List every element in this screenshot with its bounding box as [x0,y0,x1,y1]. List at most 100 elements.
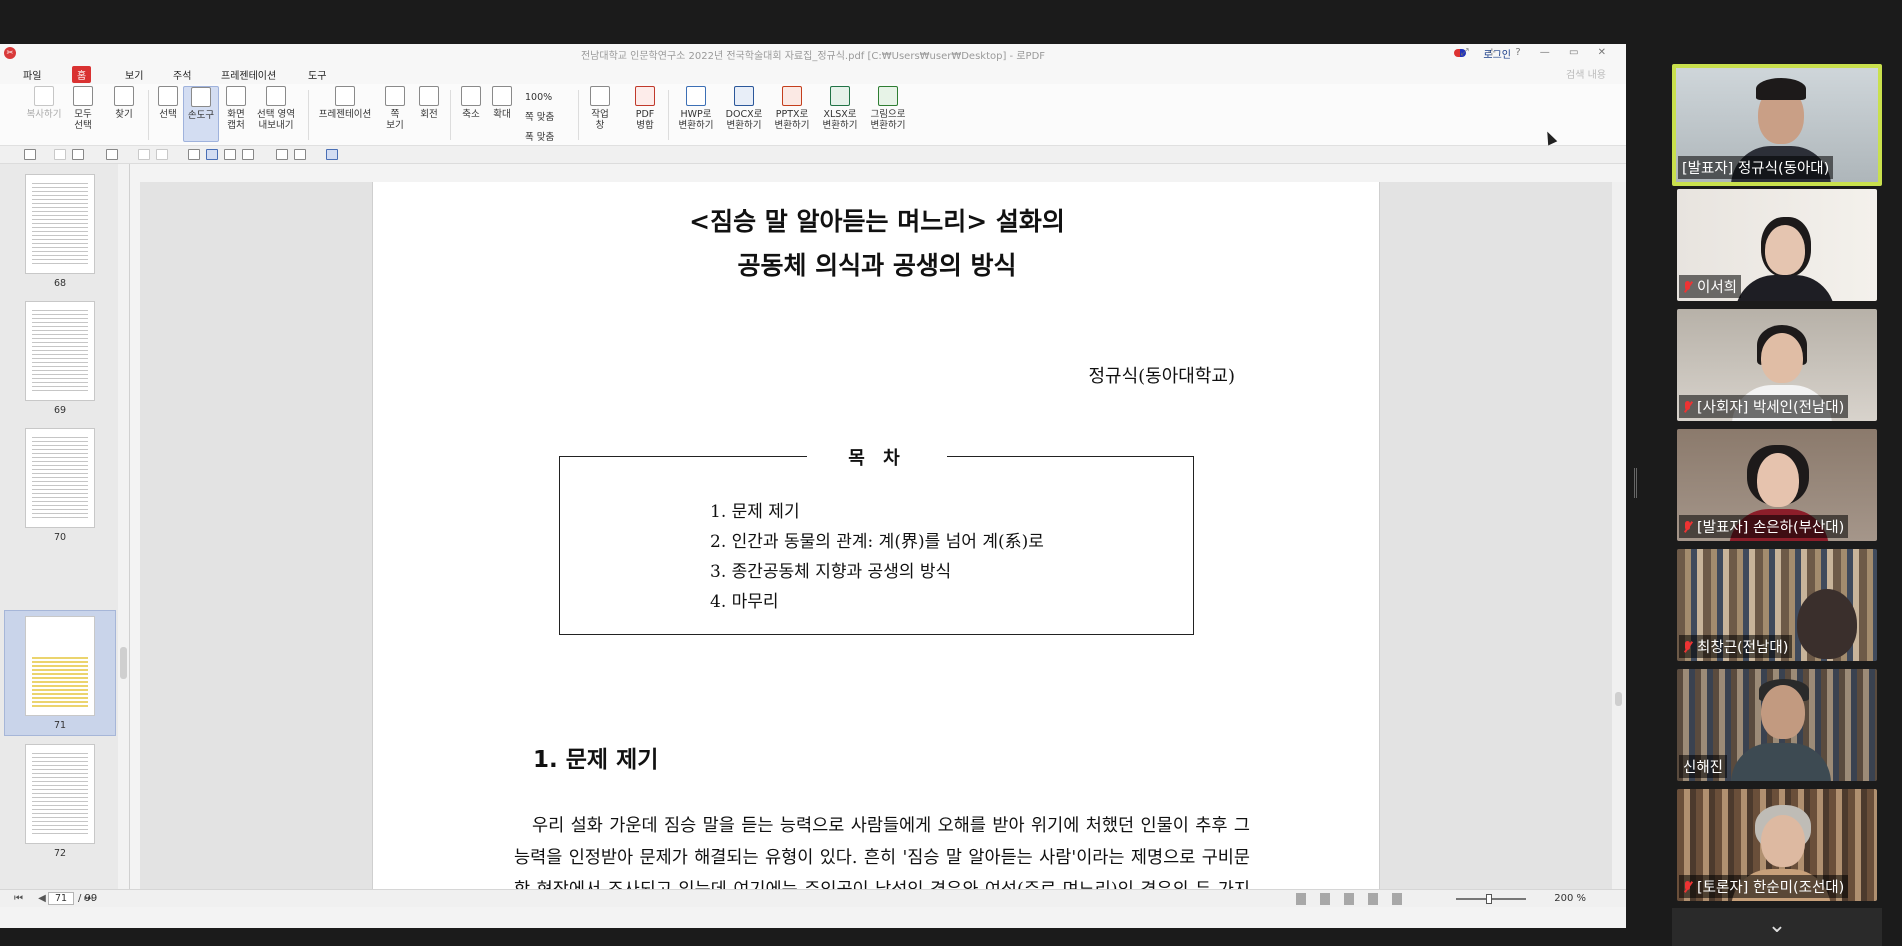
page-thumbnail-number: 68 [53,278,67,289]
task-pane-button[interactable]: 작업 창 [586,86,614,131]
page-thumbnail-number: 69 [53,405,67,416]
quick-toolbar [0,146,1626,164]
document-viewport[interactable]: <짐승 말 알아듣는 며느리> 설화의 공동체 의식과 공생의 방식 정규식(동… [140,182,1617,889]
menu-file[interactable]: 파일 [18,66,46,83]
menu-annotate[interactable]: 주석 [168,66,196,83]
menu-presentation[interactable]: 프레젠테이션 [216,66,281,83]
page-thumbnail-number: 70 [53,532,67,543]
search-content-label: 검색 내용 [1566,70,1606,81]
current-page-input[interactable]: 71 [48,892,74,905]
copy-button[interactable]: 복사하기 [24,86,64,120]
pptx-convert-button[interactable]: PPTX로 변환하기 [769,86,815,131]
participant-tile[interactable]: [사회자] 박세인(전남대) [1677,309,1877,421]
task-pane-icon[interactable] [326,149,338,160]
zoom-level[interactable]: 200 % [1554,893,1586,904]
camera-icon [226,86,246,106]
document-vertical-scrollbar[interactable] [1612,182,1626,889]
document-title-line1: <짐승 말 알아듣는 며느리> 설화의 [689,207,1065,236]
presentation-icon [335,86,355,106]
zoom-out-icon[interactable] [276,149,288,160]
page-thumbnail[interactable] [25,174,95,274]
select-cursor-icon [158,86,178,106]
print-icon[interactable] [106,149,118,160]
title-bar: ✂ 전남대학교 인문학연구소 2022년 전국학술대회 자료집_정규식.pdf … [0,44,1626,62]
menu-tools[interactable]: 도구 [303,66,331,83]
participant-tile-active[interactable]: [발표자] 정규식(동아대) [1672,64,1882,186]
gallery-scroll-down-button[interactable]: ⌄ [1672,908,1882,946]
hand-tool-button[interactable]: 손도구 [183,86,219,142]
participant-face [1765,225,1805,275]
page-thumbnail[interactable] [25,744,95,844]
presentation-button[interactable]: 프레젠테이션 [314,86,376,120]
select-all-icon [73,86,93,106]
rotate-button[interactable]: 회전 [414,86,444,120]
zoom-out-icon [461,86,481,106]
find-button[interactable]: 찾기 [108,86,140,120]
rotate-icon [419,86,439,106]
zoom-slider-knob[interactable] [1486,894,1492,904]
participant-name: 이서희 [1679,275,1742,298]
panel-resize-handle[interactable] [1634,468,1637,498]
zoom-100-option[interactable]: 100% [525,88,554,108]
chevron-down-icon: ⌄ [1767,913,1787,938]
undo-icon[interactable] [138,149,150,160]
page-thumbnail-current[interactable] [25,616,95,716]
participant-tile[interactable]: 최창근(전남대) [1677,549,1877,661]
export-selection-button[interactable]: 선택 영역 내보내기 [252,86,300,131]
select-all-button[interactable]: 모두 선택 [68,86,98,131]
pdf-merge-button[interactable]: PDF 병합 [630,86,660,131]
page-thumbnail[interactable] [25,428,95,528]
page-thumbnail-number: 72 [53,848,67,859]
document-scroll-thumb[interactable] [1615,692,1622,706]
pdf-merge-icon [635,86,655,106]
participant-tile[interactable]: 신해진 [1677,669,1877,781]
xlsx-convert-button[interactable]: XLSX로 변환하기 [817,86,863,131]
docx-convert-button[interactable]: DOCX로 변환하기 [721,86,767,131]
ribbon-divider [578,90,579,140]
select-button[interactable]: 선택 [154,86,182,120]
pptx-convert-icon [782,86,802,106]
toc-item: 1. 문제 제기 [710,502,800,522]
redo-icon[interactable] [156,149,168,160]
toc-item: 4. 마무리 [710,592,779,612]
zoom-out-button[interactable]: 축소 [456,86,486,120]
view-mode-icons[interactable] [1296,893,1416,905]
save-as-icon[interactable] [72,149,84,160]
thumbnail-scroll-thumb[interactable] [120,647,127,679]
export-area-icon[interactable] [242,149,254,160]
save-icon[interactable] [54,149,66,160]
menu-home[interactable]: 홈 [72,66,92,83]
participant-tile[interactable]: 이서희 [1677,189,1877,301]
participant-tile[interactable]: [발표자] 손은하(부산대) [1677,429,1877,541]
participant-face [1761,815,1805,867]
participant-name: 최창근(전남대) [1679,635,1793,658]
select-cursor-icon[interactable] [188,149,200,160]
fit-page-option[interactable]: 쪽 맞춤 [525,108,554,128]
window-controls[interactable]: ⤢ ⊹ ? — ▭ ✕ [1461,47,1614,58]
participant-face [1761,333,1803,383]
mic-muted-icon [1683,881,1693,893]
hand-tool-icon [191,87,211,107]
fit-width-option[interactable]: 폭 맞춤 [525,128,554,148]
body-paragraph: 우리 설화 가운데 짐승 말을 듣는 능력으로 사람들에게 오해를 받아 위기에… [514,816,1250,889]
participant-face [1761,685,1805,739]
zoom-in-button[interactable]: 확대 [487,86,517,120]
zoom-in-icon[interactable] [294,149,306,160]
mic-muted-icon [1683,641,1693,653]
page-view-button[interactable]: 쪽 보기 [380,86,410,131]
participant-tile[interactable]: [토론자] 한순미(조선대) [1677,789,1877,901]
image-convert-button[interactable]: 그림으로 변환하기 [864,86,912,131]
page-thumbnail[interactable] [25,301,95,401]
hwp-convert-button[interactable]: HWP로 변환하기 [674,86,718,131]
menu-bar: 파일 홈 보기 주석 프레젠테이션 도구 검색 내용 [0,62,1626,84]
participant-name: [발표자] 손은하(부산대) [1679,515,1849,538]
open-folder-icon[interactable] [24,149,36,160]
section-heading: 1. 문제 제기 [533,747,659,773]
screen-capture-button[interactable]: 화면 캡처 [222,86,250,131]
thumbnail-scrollbar[interactable] [118,164,129,889]
mic-muted-icon [1683,521,1693,533]
hand-tool-icon[interactable] [206,149,218,160]
camera-icon[interactable] [224,149,236,160]
menu-view[interactable]: 보기 [120,66,148,83]
hwp-convert-icon [686,86,706,106]
